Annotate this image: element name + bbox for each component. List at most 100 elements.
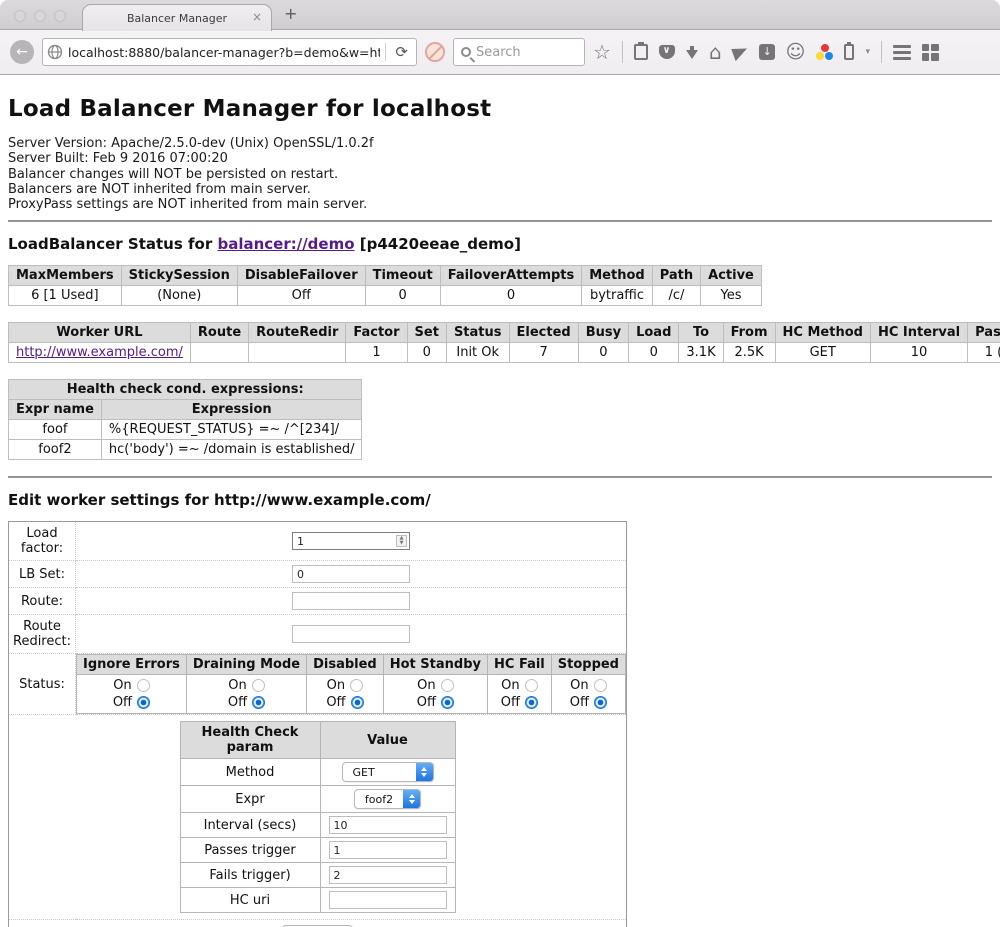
toolbar-icons: ☆ ⌂ ☺ ▾ (593, 41, 939, 63)
tab-close-icon[interactable]: × (252, 10, 262, 24)
back-icon[interactable]: ← (10, 40, 34, 64)
tiles-icon[interactable] (922, 44, 939, 61)
hc-params-cell: Health Check param Value Method GET Expr (9, 715, 627, 920)
worker-header-cell: Factor (346, 323, 407, 343)
worker-header-cell: Route (190, 323, 248, 343)
server-info-line: Server Built: Feb 9 2016 07:00:20 (8, 151, 992, 166)
balancer-link[interactable]: balancer://demo (217, 235, 354, 253)
balancer-value-cell: bytraffic (582, 286, 652, 306)
number-stepper-icon[interactable]: ▲▼ (396, 535, 407, 547)
radio-off-button[interactable] (351, 696, 364, 709)
form-row: Load factor: ▲▼ (9, 522, 627, 561)
worker-header-cell: Busy (578, 323, 628, 343)
search-icon (461, 47, 471, 57)
window-minimize-button[interactable] (34, 10, 46, 22)
server-info-line: Balancers are NOT inherited from main se… (8, 182, 992, 197)
route-input[interactable] (292, 592, 410, 610)
window-close-button[interactable] (14, 10, 26, 22)
hc-uri-input[interactable] (329, 891, 447, 909)
method-select[interactable]: GET (342, 762, 434, 782)
worker-header-cell: HC Method (775, 323, 870, 343)
save-page-icon[interactable] (759, 44, 775, 60)
select-stepper-icon (403, 789, 420, 809)
radio-off-button[interactable] (525, 696, 538, 709)
globe-icon (47, 44, 63, 60)
downloads-icon[interactable] (686, 50, 698, 59)
expression-cell: hc('body') =~ /domain is established/ (101, 440, 362, 460)
passes-cell (320, 838, 455, 863)
window-zoom-button[interactable] (54, 10, 66, 22)
balancer-value-cell: (None) (121, 286, 237, 306)
clipboard-icon[interactable] (634, 44, 648, 60)
balancer-value-cell: Off (237, 286, 365, 306)
radio-on-button[interactable] (137, 679, 150, 692)
radio-on-button[interactable] (594, 679, 607, 692)
url-text[interactable]: localhost:8880/balancer-manager?b=demo&w… (68, 45, 380, 60)
worker-value-cell (190, 343, 248, 363)
worker-header-cell: Worker URL (9, 323, 191, 343)
menu-icon[interactable] (893, 45, 911, 60)
content-blocked-icon[interactable] (425, 42, 445, 62)
battery-extension-icon[interactable] (844, 44, 854, 60)
balancer-header-cell: Active (701, 266, 762, 286)
passes-input[interactable] (329, 841, 447, 859)
worker-url-link[interactable]: http://www.example.com/ (16, 345, 183, 360)
radio-on-button[interactable] (350, 679, 363, 692)
search-bar[interactable]: Search (453, 38, 585, 66)
tab-bar: Balancer Manager × + (0, 0, 1000, 30)
radio-on-button[interactable] (441, 679, 454, 692)
reload-icon[interactable]: ⟳ (391, 43, 412, 61)
chevron-down-icon[interactable]: ▾ (865, 47, 870, 57)
balancer-header-cell: Timeout (365, 266, 440, 286)
radio-on-button[interactable] (252, 679, 265, 692)
interval-label: Interval (secs) (180, 813, 320, 838)
worker-settings-table: Load factor: ▲▼ LB Set: Route: Route Red… (8, 521, 627, 927)
radio-off-label: Off (228, 694, 247, 711)
colors-extension-icon[interactable] (816, 44, 833, 61)
search-placeholder[interactable]: Search (476, 45, 521, 60)
radio-off-button[interactable] (137, 696, 150, 709)
table-row: Passes trigger (180, 838, 455, 863)
radio-on-label: On (228, 677, 246, 694)
radio-on-button[interactable] (525, 679, 538, 692)
radio-off-label: Off (326, 694, 345, 711)
load-factor-input[interactable] (292, 532, 410, 550)
expression-cell: %{REQUEST_STATUS} =~ /^[234]/ (101, 420, 362, 440)
balancer-header-cell: Method (582, 266, 652, 286)
chat-smiley-icon[interactable]: ☺ (786, 43, 806, 62)
interval-input[interactable] (329, 816, 447, 834)
balancer-heading-suffix: [p4420eeae_demo] (355, 235, 521, 253)
radio-off-button[interactable] (252, 696, 265, 709)
table-row: Fails trigger) (180, 863, 455, 888)
status-radio-cell: OnOff (383, 675, 487, 714)
radio-off-button[interactable] (594, 696, 607, 709)
expression-header: Expression (101, 400, 362, 420)
table-row: Method GET (180, 759, 455, 786)
fails-input[interactable] (329, 866, 447, 884)
method-selected-value: GET (343, 766, 416, 779)
balancer-value-cell: 0 (440, 286, 582, 306)
route-redirect-input[interactable] (292, 625, 410, 643)
url-bar[interactable]: localhost:8880/balancer-manager?b=demo&w… (42, 38, 417, 66)
bookmark-star-icon[interactable]: ☆ (593, 42, 611, 62)
edit-worker-heading: Edit worker settings for http://www.exam… (8, 491, 992, 509)
expr-name-header: Expr name (9, 400, 102, 420)
expr-select[interactable]: foof2 (354, 789, 421, 809)
table-row: HC uri (180, 888, 455, 913)
balancer-value-cell: /c/ (652, 286, 700, 306)
radio-on-label: On (327, 677, 345, 694)
send-tab-icon[interactable] (731, 43, 750, 60)
home-icon[interactable]: ⌂ (709, 42, 722, 62)
pocket-icon[interactable] (659, 45, 675, 59)
form-row: Route: (9, 588, 627, 615)
expr-selected-value: foof2 (355, 793, 403, 806)
lb-set-input[interactable] (292, 565, 410, 583)
balancer-status-heading: LoadBalancer Status for balancer://demo … (8, 235, 992, 253)
route-redirect-label: Route Redirect: (9, 615, 76, 654)
table-header-row: MaxMembersStickySessionDisableFailoverTi… (9, 266, 762, 286)
worker-header-cell: Elected (509, 323, 578, 343)
new-tab-button[interactable]: + (284, 4, 297, 23)
method-cell: GET (320, 759, 455, 786)
tab-balancer-manager[interactable]: Balancer Manager × (82, 4, 272, 31)
radio-off-button[interactable] (441, 696, 454, 709)
